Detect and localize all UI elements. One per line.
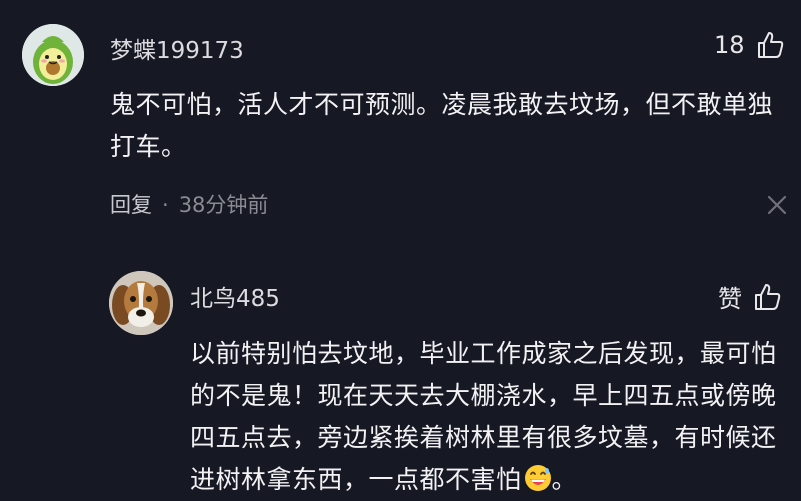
dog-avatar-icon [109,271,173,335]
close-icon [767,195,787,215]
grinning-sweat-emoji-icon [524,465,551,491]
reply-text-end: 。 [551,465,578,494]
reply-text: 以前特别怕去坟地，毕业工作成家之后发现，最可怕的不是鬼！现在天天去大棚浇水，早上… [190,339,777,494]
like-button[interactable]: 18 [714,30,785,60]
reply-like-label: 赞 [718,285,742,313]
meta-separator: · [162,193,169,217]
comment-username[interactable]: 梦蝶199173 [110,31,244,65]
thumbs-up-icon [757,32,783,58]
reply-text-block: 以前特别怕去坟地，毕业工作成家之后发现，最可怕的不是鬼！现在天天去大棚浇水，早上… [190,333,790,501]
reply-user-avatar[interactable] [109,271,173,335]
comment-meta: 回复 · 38分钟前 [110,189,268,219]
thumbs-up-icon [755,283,781,310]
reply-username[interactable]: 北鸟485 [190,279,280,313]
reply-like-button[interactable]: 赞 [718,279,782,314]
close-button[interactable] [766,194,788,220]
comment-time: 38分钟前 [178,193,269,217]
avocado-avatar-icon [22,24,84,86]
user-avatar[interactable] [22,24,84,86]
comment-text: 鬼不可怕，活人才不可预测。凌晨我敢去坟场，但不敢单独打车。 [110,90,774,161]
reply-button[interactable]: 回复 [110,193,152,217]
like-count: 18 [714,31,745,59]
